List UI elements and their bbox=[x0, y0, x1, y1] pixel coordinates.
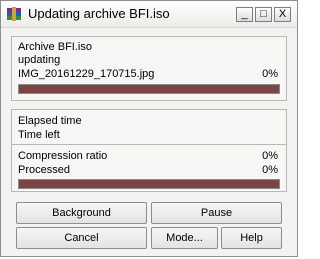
file-progress-bar bbox=[18, 84, 280, 94]
time-left-label: Time left bbox=[18, 129, 60, 141]
archive-name-text: Archive BFI.iso bbox=[18, 41, 92, 53]
cancel-button[interactable]: Cancel bbox=[16, 227, 147, 249]
title-bar[interactable]: Updating archive BFI.iso _ □ X bbox=[1, 1, 297, 28]
operation-text: updating bbox=[18, 54, 61, 66]
compression-ratio-label: Compression ratio bbox=[18, 150, 108, 162]
time-stats-divider bbox=[11, 144, 287, 145]
total-progress-bar bbox=[18, 179, 280, 189]
current-file-row: IMG_20161229_170715.jpg 0% bbox=[18, 68, 278, 82]
help-button[interactable]: Help bbox=[221, 227, 282, 249]
total-progress-fill bbox=[19, 180, 279, 188]
file-percent: 0% bbox=[262, 68, 278, 80]
maximize-button[interactable]: □ bbox=[255, 7, 272, 22]
compression-ratio-row: Compression ratio 0% bbox=[18, 150, 278, 164]
progress-dialog: Updating archive BFI.iso _ □ X Archive B… bbox=[0, 0, 298, 257]
pause-button[interactable]: Pause bbox=[151, 202, 282, 224]
file-progress-panel: Archive BFI.iso updating IMG_20161229_17… bbox=[11, 36, 287, 101]
minimize-button[interactable]: _ bbox=[236, 7, 253, 22]
elapsed-time-label: Elapsed time bbox=[18, 115, 82, 127]
window-title: Updating archive BFI.iso bbox=[28, 6, 170, 21]
close-button[interactable]: X bbox=[274, 7, 291, 22]
processed-value: 0% bbox=[262, 164, 278, 176]
processed-row: Processed 0% bbox=[18, 164, 278, 178]
processed-label: Processed bbox=[18, 164, 70, 176]
winrar-archive-icon bbox=[7, 7, 21, 21]
stats-panel: Elapsed time Time left Compression ratio… bbox=[11, 109, 287, 192]
mode-button[interactable]: Mode... bbox=[151, 227, 218, 249]
current-file-name: IMG_20161229_170715.jpg bbox=[18, 68, 155, 80]
file-progress-fill bbox=[19, 85, 279, 93]
compression-ratio-value: 0% bbox=[262, 150, 278, 162]
background-button[interactable]: Background bbox=[16, 202, 147, 224]
